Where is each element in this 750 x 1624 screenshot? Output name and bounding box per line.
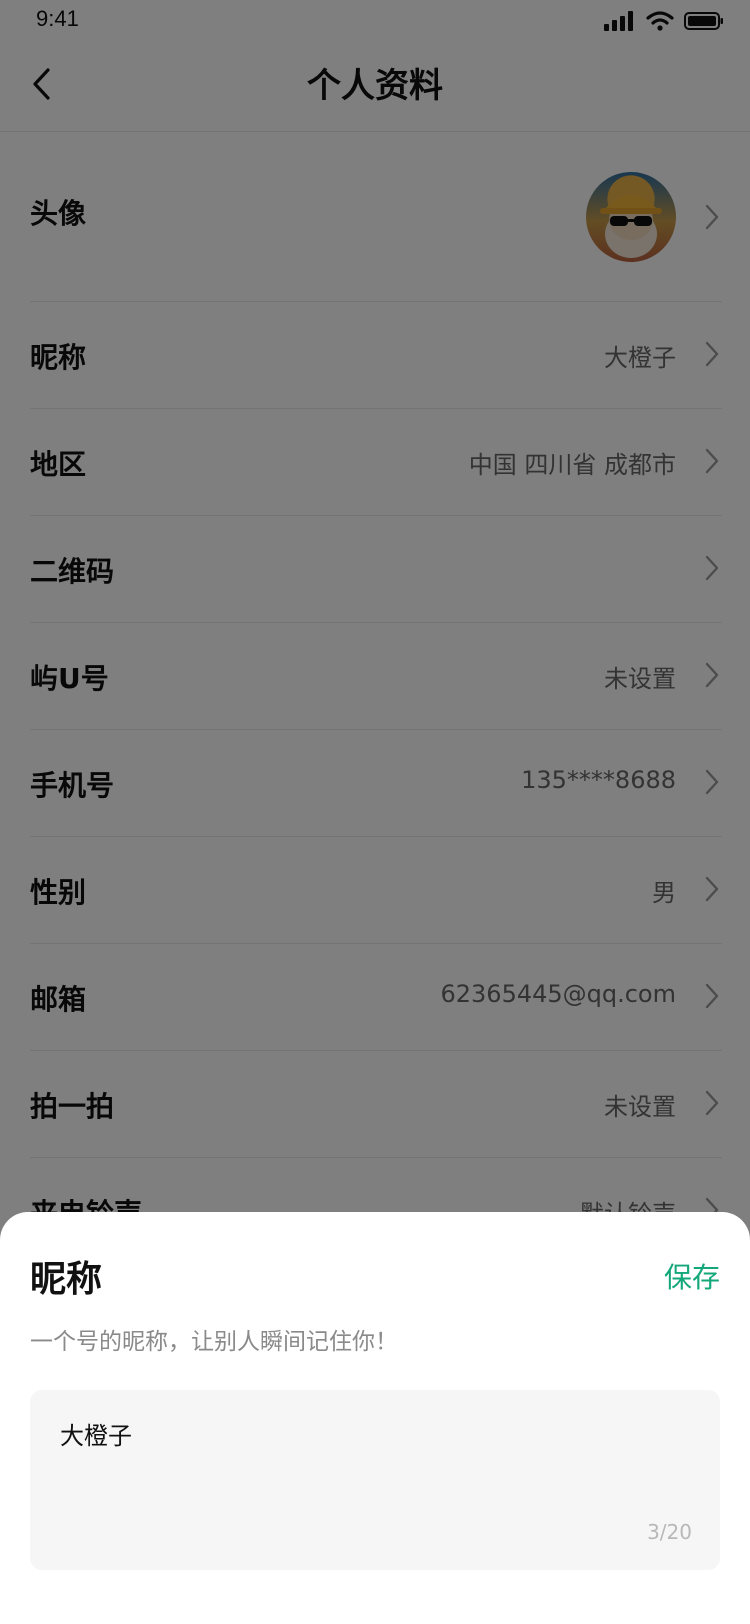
nickname-input-value: 大橙子	[60, 1422, 132, 1450]
sheet-description: 一个号的昵称，让别人瞬间记住你！	[30, 1329, 398, 1355]
char-counter: 3/20	[647, 1520, 692, 1544]
nickname-sheet: 昵称 保存 一个号的昵称，让别人瞬间记住你！ 大橙子 3/20	[0, 1212, 750, 1624]
nickname-input[interactable]: 大橙子 3/20	[30, 1390, 720, 1570]
save-button[interactable]: 保存	[664, 1256, 720, 1296]
sheet-title: 昵称	[30, 1259, 103, 1300]
